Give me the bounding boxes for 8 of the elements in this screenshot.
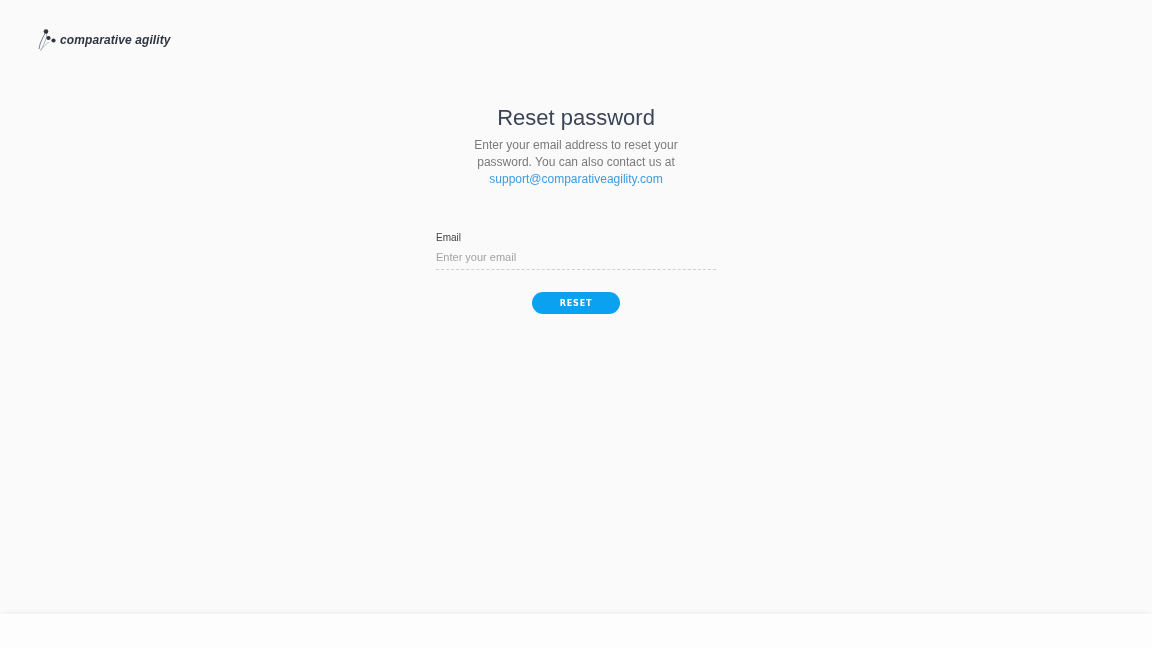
reset-button[interactable]: RESET [532,292,620,314]
page-title: Reset password [497,105,655,131]
logo-icon [37,28,57,52]
intro-text: Enter your email address to reset your password. You can also contact us at support@comparativeagility.com [473,137,679,188]
logo-wordmark: comparative agility [60,33,171,47]
field-label: Email [436,232,461,243]
email-field[interactable]: Enter your email [436,249,716,270]
support-email-link[interactable]: support@comparativeagility.com [489,172,663,186]
